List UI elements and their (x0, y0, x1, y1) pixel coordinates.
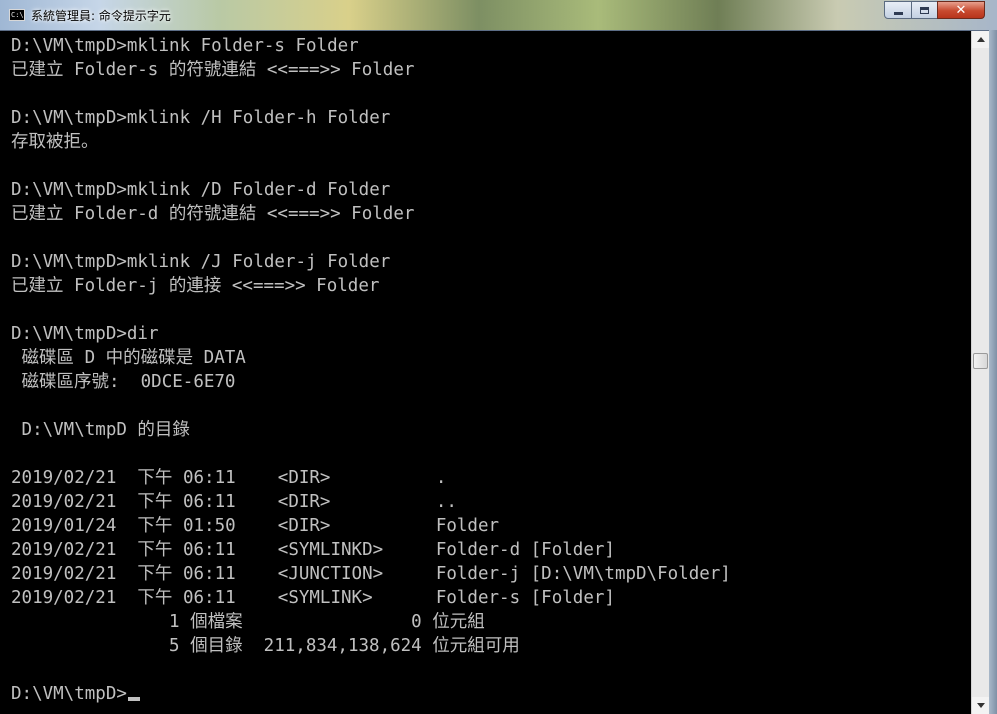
console-line: 2019/02/21 下午 06:11 <JUNCTION> Folder-j … (11, 564, 731, 584)
console-output-area[interactable]: D:\VM\tmpD>mklink Folder-s Folder 已建立 Fol… (0, 31, 971, 714)
console-line: 2019/02/21 下午 06:11 <SYMLINKD> Folder-d … (11, 540, 615, 560)
minimize-icon (893, 11, 903, 15)
console-line: D:\VM\tmpD> (11, 682, 731, 706)
window-frame-right (989, 30, 997, 714)
console-line: 2019/02/21 下午 06:11 <DIR> . (11, 468, 447, 488)
console-line: 存取被拒。 (11, 132, 99, 152)
maximize-icon (920, 6, 929, 14)
scrollbar-thumb[interactable] (973, 353, 988, 369)
scroll-down-button[interactable] (972, 697, 989, 714)
title-bar[interactable]: C:\ 系統管理員: 命令提示字元 ✕ (0, 0, 997, 31)
close-button[interactable]: ✕ (937, 1, 985, 19)
scroll-up-arrow-icon (976, 37, 985, 42)
console-line: 已建立 Folder-j 的連接 <<===>> Folder (11, 276, 380, 296)
console-line: 2019/02/21 下午 06:11 <DIR> .. (11, 492, 457, 512)
console-line: 磁碟區 D 中的磁碟是 DATA (11, 348, 246, 368)
console-line: 已建立 Folder-d 的符號連結 <<===>> Folder (11, 204, 415, 224)
maximize-button[interactable] (911, 1, 938, 19)
console-line: D:\VM\tmpD>mklink Folder-s Folder (11, 36, 359, 56)
window-title: 系統管理員: 命令提示字元 (31, 9, 171, 23)
console-line: D:\VM\tmpD>mklink /H Folder-h Folder (11, 108, 391, 128)
scroll-down-arrow-icon (976, 703, 985, 708)
text-cursor (127, 697, 140, 701)
close-icon: ✕ (955, 2, 967, 18)
vertical-scrollbar[interactable] (971, 31, 989, 714)
console-line: 2019/02/21 下午 06:11 <SYMLINK> Folder-s [… (11, 588, 615, 608)
cmd-app-icon[interactable]: C:\ (9, 9, 25, 21)
console-line: 已建立 Folder-s 的符號連結 <<===>> Folder (11, 60, 415, 80)
console-line: 2019/01/24 下午 01:50 <DIR> Folder (11, 516, 500, 536)
console-lines: D:\VM\tmpD>mklink Folder-s Folder 已建立 Fol… (11, 34, 731, 706)
console-line: D:\VM\tmpD>dir (11, 324, 159, 344)
scroll-up-button[interactable] (972, 31, 989, 48)
console-line: D:\VM\tmpD>mklink /J Folder-j Folder (11, 252, 391, 272)
console-line: D:\VM\tmpD>mklink /D Folder-d Folder (11, 180, 391, 200)
console-line: 磁碟區序號: 0DCE-6E70 (11, 372, 236, 392)
console-line: 1 個檔案 0 位元組 (11, 612, 485, 632)
minimize-button[interactable] (884, 1, 912, 19)
console-line: D:\VM\tmpD 的目錄 (11, 420, 190, 440)
console-line: 5 個目錄 211,834,138,624 位元組可用 (11, 636, 520, 656)
